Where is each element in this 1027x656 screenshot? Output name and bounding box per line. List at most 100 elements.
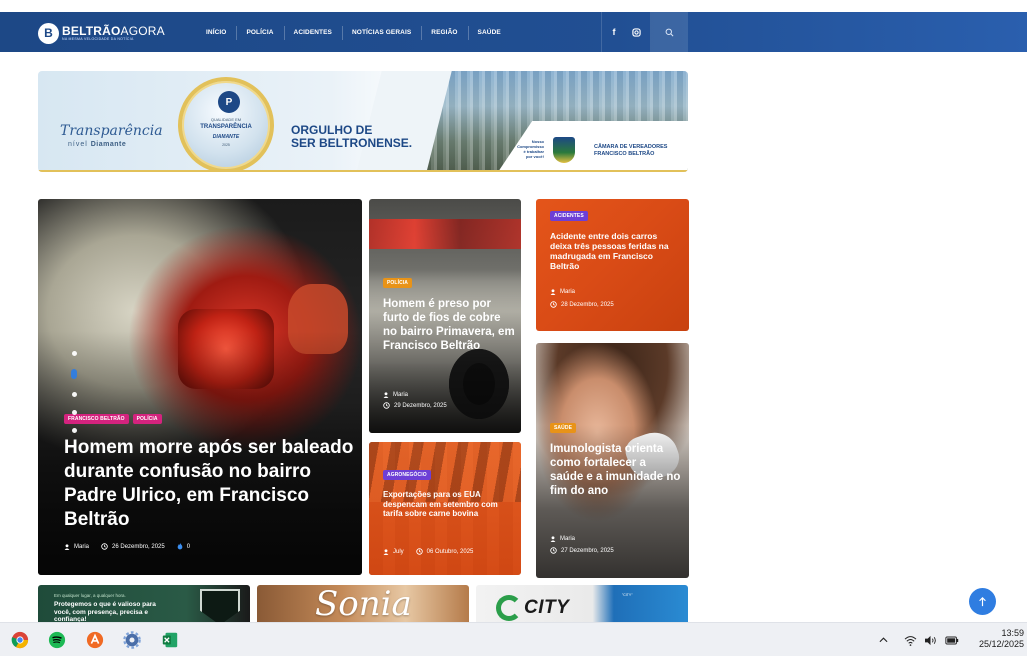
user-icon: [383, 392, 389, 398]
slider-dot[interactable]: [71, 351, 77, 356]
slider-dot[interactable]: [71, 428, 77, 433]
clock-icon: [550, 301, 557, 308]
fire-icon: [177, 543, 183, 550]
category-badge[interactable]: POLÍCIA: [383, 278, 412, 288]
date: 26 Dezembro, 2025: [101, 543, 165, 550]
banner-nosso-compromisso: Nosso Compromisso é trabalhar por você!: [517, 139, 544, 159]
date: 27 Dezembro, 2025: [550, 547, 614, 554]
clock-date: 25/12/2025: [978, 639, 1024, 649]
ad-security-text: Protegemos o que é valioso para você, co…: [54, 601, 156, 623]
nav-item-acidentes[interactable]: ACIDENTES: [283, 25, 342, 40]
article-title[interactable]: Exportações para os EUA despencam em set…: [383, 490, 513, 519]
card-categories: ACIDENTES: [550, 211, 588, 221]
site-logo[interactable]: B BELTRÃOAGORA NA MESMA VELOCIDADE DA NO…: [38, 21, 165, 45]
article-meta: Maria 27 Dezembro, 2025: [550, 536, 626, 554]
clock-icon: [101, 543, 108, 550]
medal-line3: DIAMANTE: [212, 134, 240, 140]
category-badge[interactable]: ACIDENTES: [550, 211, 588, 221]
shield-icon: [200, 589, 240, 623]
avast-icon[interactable]: [85, 630, 105, 650]
user-icon: [550, 289, 556, 295]
search-icon: [665, 28, 673, 36]
banner-camara: CÂMARA DE VEREADORES FRANCISCO BELTRÃO: [594, 144, 668, 157]
clock-icon: [550, 547, 557, 554]
article-card-agronegocio[interactable]: AGRONEGÓCIO Exportações para os EUA desp…: [369, 442, 521, 575]
instagram-icon[interactable]: [624, 12, 648, 52]
nav-item-policia[interactable]: POLÍCIA: [236, 25, 283, 40]
clock-icon: [383, 402, 390, 409]
nav-item-regiao[interactable]: REGIÃO: [421, 25, 467, 40]
volume-icon[interactable]: [922, 633, 938, 647]
card-categories: POLÍCIA: [383, 278, 412, 288]
logo-tagline: NA MESMA VELOCIDADE DA NOTÍCIA: [62, 36, 134, 41]
logo-name: BELTRÃOAGORA: [62, 23, 165, 38]
article-card-police[interactable]: POLÍCIA Homem é preso por furto de fios …: [369, 199, 521, 433]
views: 0: [177, 543, 190, 550]
date: 28 Dezembro, 2025: [550, 301, 614, 308]
wifi-icon[interactable]: [902, 633, 918, 647]
settings-gear-icon[interactable]: [122, 630, 142, 650]
ad-banner-camara[interactable]: Transparência nível Diamante P QUALIDADE…: [38, 71, 688, 172]
nav-item-saude[interactable]: SAÚDE: [467, 25, 511, 40]
logo-text: BELTRÃOAGORA NA MESMA VELOCIDADE DA NOTÍ…: [62, 25, 165, 42]
camara-crest-icon: [553, 137, 575, 163]
featured-article-meta: Maria 26 Dezembro, 2025 0: [64, 543, 202, 550]
ad-sonia[interactable]: Sonia: [257, 585, 469, 623]
ad-city[interactable]: CITY "CITY": [476, 585, 688, 623]
city-ring-icon: [496, 595, 522, 621]
author: Maria: [383, 392, 408, 398]
article-title[interactable]: Homem é preso por furto de fios de cobre…: [383, 297, 515, 353]
top-navigation-bar: B BELTRÃOAGORA NA MESMA VELOCIDADE DA NO…: [0, 12, 1027, 52]
user-icon: [550, 536, 556, 542]
author: Maria: [64, 544, 89, 550]
logo-mark-icon: B: [38, 22, 59, 44]
date: 29 Dezembro, 2025: [383, 402, 447, 409]
featured-article-title[interactable]: Homem morre após ser baleado durante con…: [64, 436, 354, 532]
battery-icon[interactable]: [944, 633, 960, 647]
card-categories: SAÚDE: [550, 423, 577, 433]
article-card-saude[interactable]: SAÚDE Imunologista orienta como fortalec…: [536, 343, 689, 578]
article-meta: Maria 29 Dezembro, 2025: [383, 392, 459, 409]
excel-icon[interactable]: [160, 630, 180, 650]
nav-item-inicio[interactable]: INÍCIO: [196, 29, 236, 36]
banner-transparencia: Transparência: [60, 123, 163, 139]
ad-sonia-script: Sonia: [315, 585, 412, 623]
article-title[interactable]: Imunologista orienta como fortalecer a s…: [550, 442, 682, 498]
nav-item-noticias-gerais[interactable]: NOTÍCIAS GERAIS: [342, 25, 421, 40]
facebook-icon[interactable]: f: [602, 12, 626, 52]
ad-security[interactable]: Em qualquer lugar, a qualquer hora. Prot…: [38, 585, 250, 623]
category-badge[interactable]: AGRONEGÓCIO: [383, 470, 431, 480]
article-meta: Maria 28 Dezembro, 2025: [550, 289, 626, 308]
author: Maria: [550, 536, 575, 542]
arrow-up-icon: [979, 596, 986, 606]
category-badge[interactable]: SAÚDE: [550, 423, 577, 433]
author: Maria: [550, 289, 575, 295]
main-menu: INÍCIO POLÍCIA ACIDENTES NOTÍCIAS GERAIS…: [196, 12, 511, 52]
slider-dot[interactable]: [71, 410, 77, 415]
article-card-acidentes[interactable]: ACIDENTES Acidente entre dois carros dei…: [536, 199, 689, 331]
transparency-medal: P QUALIDADE EM TRANSPARÊNCIA DIAMANTE 20…: [178, 77, 274, 172]
chrome-icon[interactable]: [10, 630, 30, 650]
spotify-icon[interactable]: [47, 630, 67, 650]
banner-nivel: nível Diamante: [68, 141, 127, 148]
system-clock[interactable]: 13:59 25/12/2025: [968, 628, 1024, 650]
card-categories: AGRONEGÓCIO: [383, 470, 431, 480]
user-icon: [64, 543, 70, 550]
category-badge[interactable]: POLÍCIA: [132, 414, 162, 424]
scroll-to-top-button[interactable]: [969, 588, 996, 615]
search-button[interactable]: [650, 12, 688, 52]
slider-dot[interactable]: [71, 392, 77, 397]
medal-line1: QUALIDADE EM: [210, 117, 242, 122]
ad-security-small: Em qualquer lugar, a qualquer hora.: [54, 593, 126, 598]
user-icon: [383, 548, 389, 555]
clock-icon: [415, 548, 423, 555]
medal-badge-icon: P: [218, 91, 240, 113]
slider-dot-active[interactable]: [71, 369, 77, 379]
featured-article-card[interactable]: FRANCISCO BELTRÃO POLÍCIA Homem morre ap…: [38, 199, 362, 575]
medal-line2: TRANSPARÊNCIA: [200, 124, 252, 130]
tray-overflow-chevron-icon[interactable]: [877, 633, 889, 647]
author: July: [383, 549, 404, 555]
medal-line4: 2025: [222, 143, 230, 147]
article-title[interactable]: Acidente entre dois carros deixa três pe…: [550, 231, 680, 271]
banner-orgulho: ORGULHO DE SER BELTRONENSE.: [291, 123, 413, 150]
